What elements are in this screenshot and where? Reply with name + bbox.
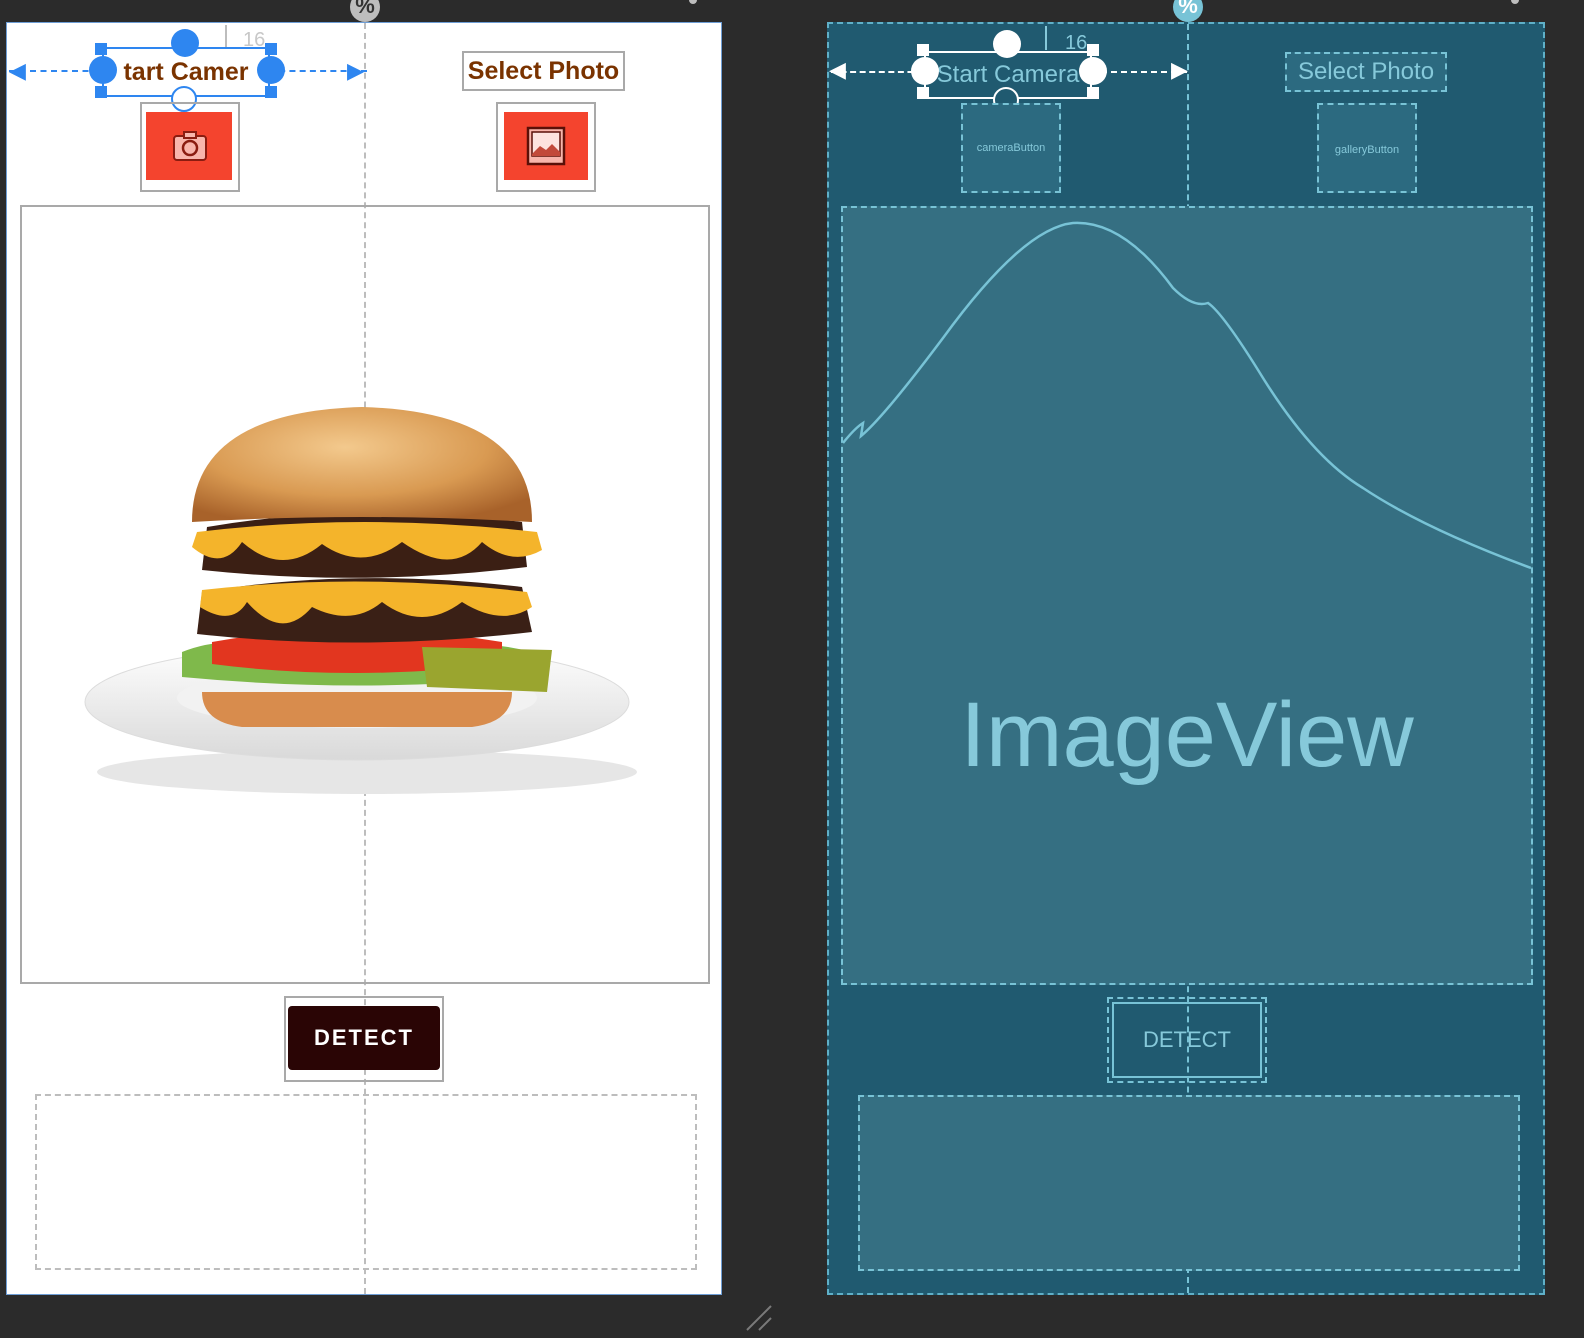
detect-button[interactable]: DETECT — [288, 1006, 440, 1070]
right-constraint-arrow: ▶ — [347, 58, 364, 83]
imageview-label: ImageView — [960, 684, 1414, 786]
left-anchor-handle[interactable] — [89, 56, 117, 84]
gallery-button[interactable] — [504, 112, 588, 180]
resize-handle-bottom-left[interactable] — [95, 86, 107, 98]
camera-icon — [173, 131, 207, 161]
camera-button[interactable] — [146, 112, 232, 180]
blueprint-left-anchor[interactable] — [911, 57, 939, 85]
blueprint-handle-bottom-right[interactable] — [1087, 87, 1099, 99]
corner-dot — [689, 0, 697, 4]
right-anchor-handle[interactable] — [257, 56, 285, 84]
blueprint-top-anchor[interactable] — [993, 30, 1021, 58]
image-outline-silhouette — [843, 221, 1531, 570]
result-text-view[interactable] — [35, 1094, 697, 1270]
blueprint-margin-line — [1045, 26, 1047, 50]
resize-handle-top-left[interactable] — [95, 43, 107, 55]
blueprint-start-camera-label: Start Camera — [936, 61, 1080, 88]
top-anchor-handle[interactable] — [171, 29, 199, 57]
blueprint-detect-button[interactable]: DETECT — [1112, 1002, 1262, 1078]
blueprint-percent-guideline-handle[interactable]: % — [1173, 0, 1203, 22]
gallery-button-bounds[interactable] — [496, 102, 596, 192]
design-surface[interactable]: 16 ◀ ▶ tart Camer Select Photo DETECT — [6, 22, 722, 1295]
select-photo-label[interactable]: Select Photo — [462, 51, 625, 91]
margin-line — [225, 25, 227, 49]
percent-guideline-handle[interactable]: % — [350, 0, 380, 22]
camera-button-bounds[interactable] — [140, 102, 240, 192]
image-icon — [526, 126, 566, 166]
start-camera-label: tart Camer — [123, 58, 249, 86]
blueprint-handle-bottom-left[interactable] — [917, 87, 929, 99]
resize-handle-bottom-right[interactable] — [265, 86, 277, 98]
blueprint-detect-bounds[interactable]: DETECT — [1107, 997, 1267, 1083]
blueprint-handle-top-right[interactable] — [1087, 44, 1099, 56]
resize-grip-icon[interactable] — [745, 1304, 773, 1332]
burger-image — [84, 407, 637, 794]
left-constraint-arrow: ◀ — [9, 58, 26, 83]
blueprint-select-photo[interactable]: Select Photo — [1285, 52, 1447, 92]
blueprint-surface[interactable]: 16 ◀ ▶ Start Camera Select Photo cameraB… — [827, 22, 1545, 1295]
image-view[interactable] — [20, 205, 710, 984]
blueprint-gallery-button[interactable]: galleryButton — [1317, 103, 1417, 193]
resize-handle-top-right[interactable] — [265, 43, 277, 55]
blueprint-handle-top-left[interactable] — [917, 44, 929, 56]
blueprint-right-anchor[interactable] — [1079, 57, 1107, 85]
blueprint-right-arrow: ▶ — [1171, 57, 1188, 82]
blueprint-result-text-view[interactable] — [858, 1095, 1520, 1271]
blueprint-camera-button[interactable]: cameraButton — [961, 103, 1061, 193]
blueprint-left-arrow: ◀ — [829, 57, 846, 82]
detect-button-bounds[interactable]: DETECT — [284, 996, 444, 1082]
blueprint-corner-dot — [1511, 0, 1519, 4]
blueprint-image-view[interactable]: ImageView — [841, 206, 1533, 985]
